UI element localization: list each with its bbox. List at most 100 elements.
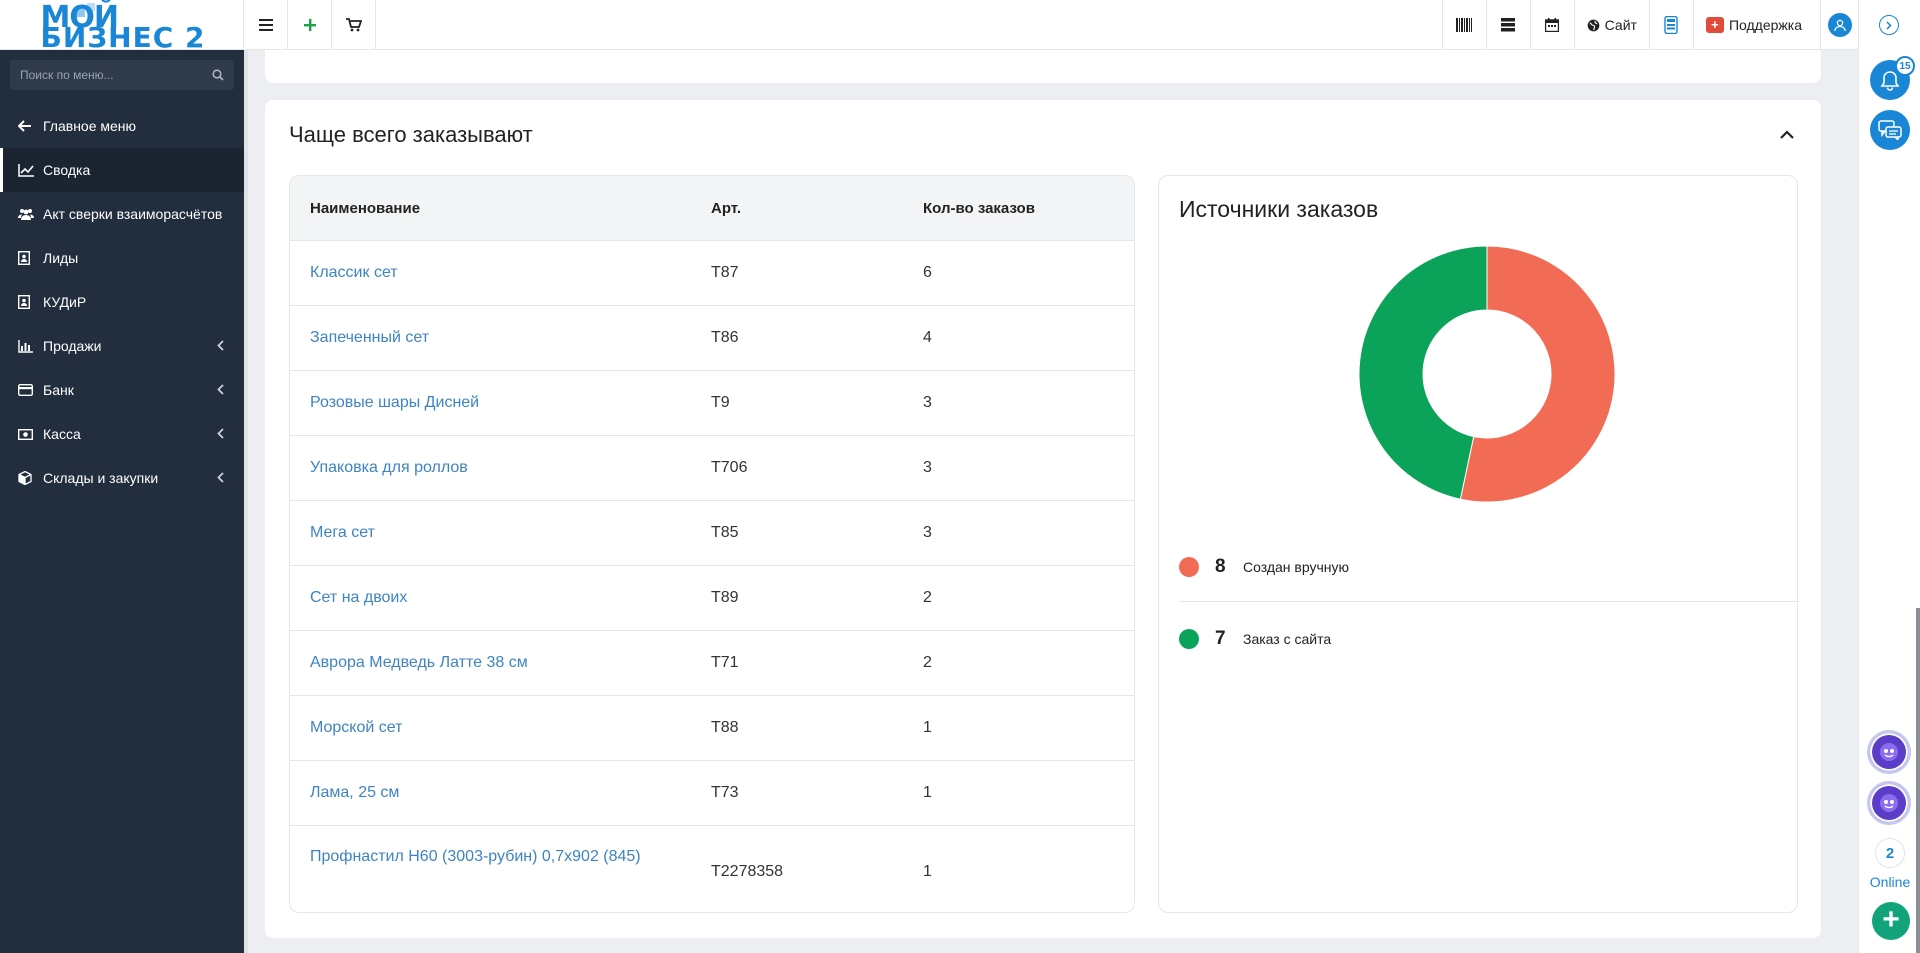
sidebar-item-summary[interactable]: Сводка [0,148,244,192]
sidebar-item-sales[interactable]: Продажи [0,324,244,368]
assistant-bot-button[interactable] [1867,781,1911,825]
mobile-app-button[interactable] [1648,0,1693,50]
arrow-left-icon [18,120,40,132]
bot-face-icon [1880,794,1898,812]
order-count: 6 [923,264,932,281]
sidebar-item-main-menu[interactable]: Главное меню [0,104,244,148]
table-row: Розовые шары Дисней T9 3 [290,371,1134,436]
phone-icon [1664,16,1679,34]
chevron-left-icon [217,338,224,354]
product-sku: T706 [711,459,748,476]
add-button[interactable] [288,0,332,50]
hamburger-icon [258,19,273,31]
section-title: Чаще всего заказывают [289,122,533,147]
chat-icon [1878,120,1902,140]
sidebar-item-leads[interactable]: Лиды [0,236,244,280]
legend-swatch [1179,629,1199,649]
product-sku: T88 [711,719,739,736]
bot-face-icon [1880,743,1898,761]
sidebar-item-label: Продажи [43,338,102,354]
expand-rail-button[interactable] [1879,15,1899,35]
product-name-link[interactable]: Мега сет [290,524,691,542]
order-count: 1 [923,784,932,801]
product-sku: T89 [711,589,739,606]
quick-add-button[interactable]: + [1872,902,1910,940]
search-icon[interactable] [212,69,224,81]
table-row: Упаковка для роллов T706 3 [290,436,1134,501]
product-name-link[interactable]: Сет на двоих [290,589,691,607]
calendar-button[interactable] [1529,0,1574,50]
sidebar-item-label: Сводка [43,162,91,178]
chart-line-icon [18,163,40,177]
sidebar-item-label: Главное меню [43,118,137,134]
money-icon [18,428,40,440]
server-button[interactable] [1485,0,1530,50]
page-scrollbar[interactable] [1916,608,1920,953]
previous-card-bottom [265,50,1821,83]
sidebar-item-label: Лиды [43,250,79,266]
table-row: Морской сет T88 1 [290,696,1134,761]
online-label: Online [1869,874,1911,890]
barcode-icon [1456,18,1473,32]
order-count: 2 [923,654,932,671]
product-name-link[interactable]: Упаковка для роллов [290,459,691,477]
top-bar: МОЙ БИЗНЕС 2 Сайт + Поддержка [0,0,1858,54]
product-name-link[interactable]: Лама, 25 см [290,784,691,802]
site-button[interactable]: Сайт [1573,0,1649,50]
column-header-name[interactable]: Наименование [290,200,691,217]
product-name-link[interactable]: Классик сет [290,264,691,282]
product-name-link[interactable]: Морской сет [290,719,691,737]
chat-button[interactable] [1870,110,1910,150]
logo[interactable]: МОЙ БИЗНЕС 2 [0,0,244,54]
user-avatar-icon [1827,13,1852,37]
order-count: 1 [923,863,932,880]
legend-value: 7 [1215,628,1226,649]
plus-icon [303,19,316,31]
legend-item-manual[interactable]: 8 Создан вручную [1179,556,1799,578]
legend-value: 8 [1215,556,1226,577]
table-row: Профнастил Н60 (3003-рубин) 0,7х902 (845… [290,826,1134,912]
donut-slice-site[interactable] [1359,246,1488,500]
sidebar-item-label: Банк [43,382,74,398]
table-row: Мега сет T85 3 [290,501,1134,566]
product-sku: T9 [711,394,730,411]
sidebar-item-label: Склады и закупки [43,470,159,486]
sidebar-item-label: Касса [43,426,81,442]
product-name-link[interactable]: Аврора Медведь Латте 38 см [290,654,691,672]
collapse-button[interactable] [1777,124,1797,144]
menu-search-input[interactable] [20,68,200,82]
online-count[interactable]: 2 [1875,838,1905,868]
column-header-orders[interactable]: Кол-во заказов [903,200,1035,217]
support-button[interactable]: + Поддержка [1692,0,1820,50]
sidebar-item-bank[interactable]: Банк [0,368,244,412]
product-sku: T2278358 [711,863,784,880]
barcode-button[interactable] [1441,0,1486,50]
support-label: Поддержка [1728,17,1802,33]
table-header: Наименование Арт. Кол-во заказов [290,176,1134,241]
sidebar-item-cash[interactable]: Касса [0,412,244,456]
legend-label: Заказ с сайта [1243,631,1332,647]
calendar-icon [1545,18,1560,32]
product-name-link[interactable]: Розовые шары Дисней [290,394,691,412]
sidebar-item-kudir[interactable]: КУДиР [0,280,244,324]
sidebar-item-reconciliation[interactable]: Акт сверки взаиморасчётов [0,192,244,236]
credit-card-icon [18,384,40,396]
column-header-sku[interactable]: Арт. [691,200,903,217]
user-menu[interactable] [1820,0,1858,50]
sidebar-item-warehouse[interactable]: Склады и закупки [0,456,244,500]
product-sku: T87 [711,264,739,281]
box-icon [18,471,40,485]
cart-icon [345,18,362,32]
order-count: 1 [923,719,932,736]
chevron-up-icon [1780,129,1794,139]
menu-toggle-button[interactable] [244,0,288,50]
legend-item-site[interactable]: 7 Заказ с сайта [1179,628,1799,650]
cart-button[interactable] [332,0,376,50]
product-name-link[interactable]: Запеченный сет [290,329,691,347]
product-name-link[interactable]: Профнастил Н60 (3003-рубин) 0,7х902 (845… [290,826,691,866]
globe-icon [1587,19,1600,31]
chevron-left-icon [217,426,224,442]
assistant-bot-button[interactable] [1867,730,1911,774]
medkit-icon: + [1705,17,1724,33]
sources-title: Источники заказов [1179,196,1379,222]
